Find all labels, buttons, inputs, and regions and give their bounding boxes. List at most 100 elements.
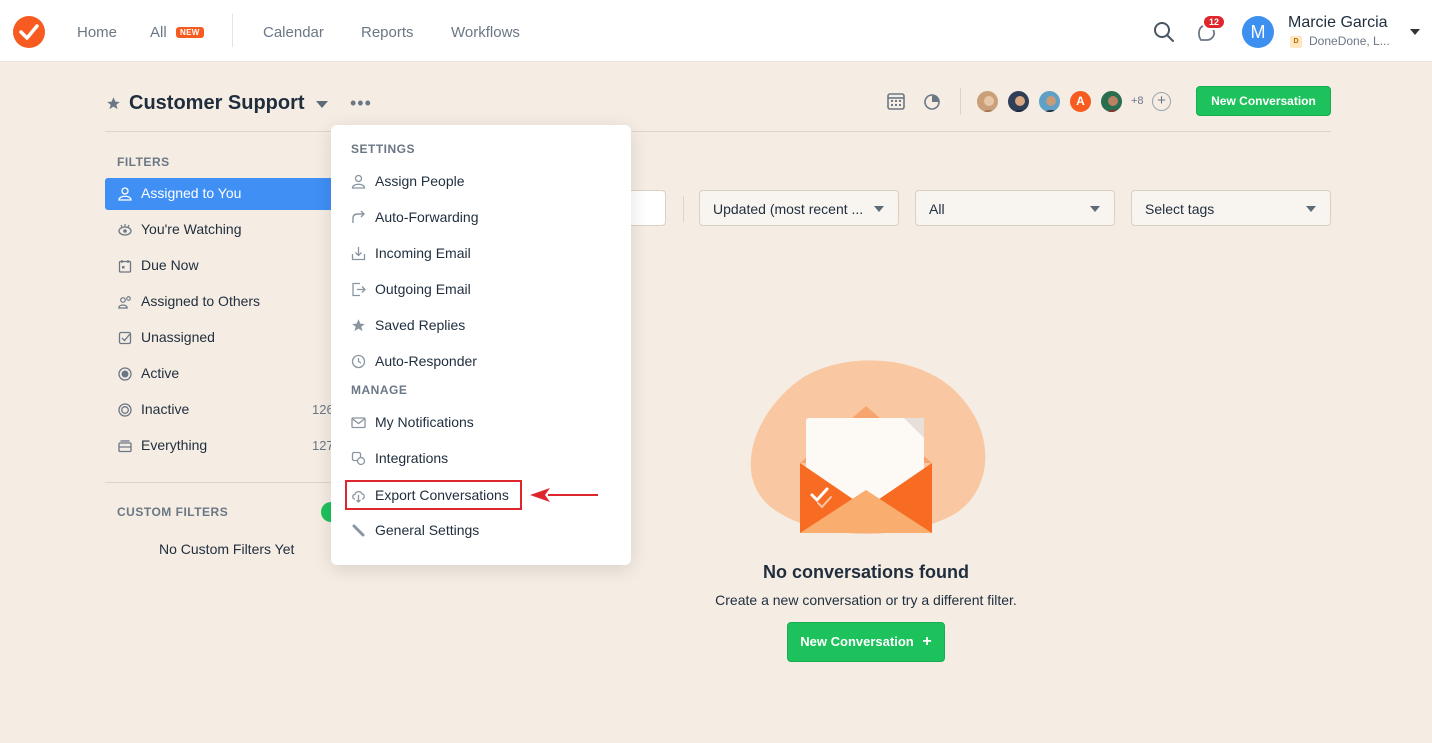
inbox-stack-icon xyxy=(118,440,132,453)
status-select[interactable]: All xyxy=(915,190,1115,226)
user-name[interactable]: Marcie Garcia xyxy=(1288,14,1388,32)
no-custom-filters-text: No Custom Filters Yet xyxy=(159,541,295,557)
menu-item-label: General Settings xyxy=(375,522,480,538)
eye-icon xyxy=(118,224,132,236)
menu-item-incoming-email[interactable]: Incoming Email xyxy=(345,239,521,267)
menu-manage-heading: MANAGE xyxy=(351,383,408,397)
user-avatar[interactable]: M xyxy=(1242,16,1274,48)
menu-item-my-notifications[interactable]: My Notifications xyxy=(345,408,521,436)
top-nav-bar: Home All NEW Calendar Reports Workflows … xyxy=(0,0,1432,62)
nav-reports-link[interactable]: Reports xyxy=(361,24,414,41)
add-member-icon[interactable]: + xyxy=(1152,92,1171,111)
menu-item-auto-responder[interactable]: Auto-Responder xyxy=(345,347,521,375)
donedone-logo-icon[interactable] xyxy=(13,16,45,48)
member-avatar[interactable] xyxy=(1099,89,1124,114)
menu-settings-heading: SETTINGS xyxy=(351,142,416,156)
menu-item-label: Assign People xyxy=(375,173,465,189)
clock-icon xyxy=(351,354,366,369)
outbox-icon xyxy=(352,282,366,297)
user-menu-caret-icon[interactable] xyxy=(1410,29,1420,35)
reports-pie-icon[interactable] xyxy=(922,91,942,111)
menu-item-integrations[interactable]: Integrations xyxy=(345,444,521,472)
checkbox-icon xyxy=(118,331,132,345)
calendar-icon[interactable] xyxy=(886,91,906,111)
menu-item-saved-replies[interactable]: Saved Replies xyxy=(345,311,521,339)
menu-item-label: Auto-Responder xyxy=(375,353,477,369)
menu-item-label: Integrations xyxy=(375,450,449,466)
nav-all-link[interactable]: All xyxy=(150,24,167,41)
filter-label: Due Now xyxy=(141,257,199,273)
filter-assigned-to-you[interactable]: Assigned to You xyxy=(105,178,331,210)
chevron-down-icon xyxy=(874,206,884,212)
header-divider xyxy=(960,88,961,115)
envelope-icon xyxy=(351,417,366,429)
star-icon[interactable] xyxy=(106,96,121,111)
org-name: DoneDone, L... xyxy=(1309,34,1390,48)
cloud-download-icon xyxy=(352,490,365,503)
calendar-due-icon xyxy=(118,260,132,273)
page-title[interactable]: Customer Support xyxy=(129,92,305,115)
filter-unassigned[interactable]: Unassigned xyxy=(105,322,331,354)
menu-item-auto-forwarding[interactable]: Auto-Forwarding xyxy=(345,203,521,231)
notification-count-badge: 12 xyxy=(1202,14,1227,30)
integrations-icon xyxy=(351,451,366,466)
inactive-circle-icon xyxy=(118,403,132,417)
status-select-value: All xyxy=(929,201,945,217)
member-avatar[interactable] xyxy=(1037,89,1062,114)
nav-calendar-link[interactable]: Calendar xyxy=(263,24,324,41)
tags-select-placeholder: Select tags xyxy=(1145,201,1215,217)
sidebar-divider xyxy=(105,482,331,483)
annotation-arrow-icon xyxy=(530,488,598,502)
sort-select-value: Updated (most recent ... xyxy=(713,201,864,217)
nav-home-link[interactable]: Home xyxy=(77,24,117,41)
empty-new-conversation-button[interactable]: New Conversation + xyxy=(787,622,945,662)
menu-item-outgoing-email[interactable]: Outgoing Email xyxy=(345,275,521,303)
member-avatar[interactable]: A xyxy=(1068,89,1093,114)
filter-everything[interactable]: Everything 127 xyxy=(105,430,334,462)
more-members-count[interactable]: +8 xyxy=(1131,95,1144,107)
menu-item-general-settings[interactable]: General Settings xyxy=(345,516,521,544)
person-icon xyxy=(118,187,132,201)
search-icon[interactable] xyxy=(1153,21,1175,43)
inbox-download-icon xyxy=(351,247,366,261)
filters-heading: FILTERS xyxy=(117,155,170,169)
title-caret-icon[interactable] xyxy=(316,101,328,108)
menu-item-assign-people[interactable]: Assign People xyxy=(345,167,521,195)
header-divider-line xyxy=(105,131,1331,132)
forward-arrow-icon xyxy=(352,210,365,223)
chevron-down-icon xyxy=(1306,206,1316,212)
empty-state-title: No conversations found xyxy=(762,562,969,582)
menu-item-label: Saved Replies xyxy=(375,317,466,333)
menu-item-label: Auto-Forwarding xyxy=(375,209,479,225)
filter-active[interactable]: Active xyxy=(105,358,331,390)
empty-envelope-illustration xyxy=(750,360,986,535)
filter-due-now[interactable]: Due Now xyxy=(105,250,331,282)
filter-inactive[interactable]: Inactive 126 xyxy=(105,394,334,426)
more-options-icon[interactable]: ••• xyxy=(350,94,372,112)
plus-icon: + xyxy=(922,633,932,650)
nav-workflows-link[interactable]: Workflows xyxy=(451,24,520,41)
filter-youre-watching[interactable]: You're Watching xyxy=(105,214,331,246)
filter-label: Assigned to You xyxy=(141,185,242,201)
member-avatar[interactable] xyxy=(975,89,1000,114)
sort-select[interactable]: Updated (most recent ... xyxy=(699,190,899,226)
button-label: New Conversation xyxy=(800,634,914,649)
member-avatar[interactable] xyxy=(1006,89,1031,114)
star-icon xyxy=(352,319,365,332)
filter-assigned-to-others[interactable]: Assigned to Others xyxy=(105,286,331,318)
menu-item-export-conversations[interactable]: Export Conversations xyxy=(345,480,522,510)
menu-item-label: Export Conversations xyxy=(375,487,509,503)
filter-label: Unassigned xyxy=(141,329,215,345)
custom-filters-heading: CUSTOM FILTERS xyxy=(117,505,229,519)
filter-divider xyxy=(683,196,684,222)
menu-item-label: Incoming Email xyxy=(375,245,471,261)
menu-item-label: Outgoing Email xyxy=(375,281,471,297)
new-conversation-button[interactable]: New Conversation xyxy=(1196,86,1331,116)
people-icon xyxy=(118,296,131,309)
tags-select[interactable]: Select tags xyxy=(1131,190,1331,226)
filter-label: Inactive xyxy=(141,401,190,417)
org-icon: D xyxy=(1290,36,1302,48)
filter-label: Active xyxy=(141,365,180,381)
wrench-icon xyxy=(352,524,365,537)
empty-state-subtitle: Create a new conversation or try a diffe… xyxy=(715,592,1017,608)
